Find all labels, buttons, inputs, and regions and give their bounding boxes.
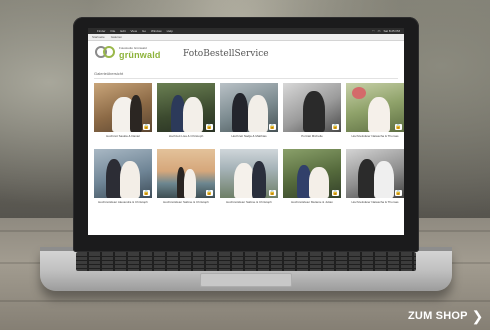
gallery-thumbnail[interactable]: 🔒 [220, 149, 278, 198]
lock-icon: 🔒 [332, 124, 339, 130]
lock-icon: 🔒 [269, 190, 276, 196]
gallery-caption: Hochzeitsfeier Sabine & Christoph [226, 200, 272, 204]
gallery-thumbnail[interactable]: 🔒 [346, 83, 404, 132]
studio-logo[interactable]: Fotostudio Grünwald grünwald [94, 44, 164, 62]
gallery-grid: 🔒 Hochzeit Saskia & Daniel 🔒 Hochzeit Li… [94, 83, 404, 208]
wifi-icon[interactable]: ◠ [372, 29, 375, 33]
gallery-caption: Hochzeitsfeier Natascha & Thomas [351, 134, 399, 138]
nav-item-galleries[interactable]: Galerien [111, 35, 122, 39]
keyboard-row-gap [76, 264, 416, 265]
lock-icon: 🔒 [206, 190, 213, 196]
groom-figure [252, 161, 266, 198]
gallery-card[interactable]: 🔒 Hochzeitsfeier Melanie & Julian [283, 149, 341, 208]
gallery-thumbnail[interactable]: 🔒 [94, 149, 152, 198]
menubar-item-go[interactable]: Go [142, 29, 146, 33]
lock-icon: 🔒 [395, 124, 402, 130]
gallery-card[interactable]: 🔒 Hochzeitsfeier Sabine & Christoph [220, 149, 278, 208]
gallery-thumbnail[interactable]: 🔒 [157, 149, 215, 198]
portrait-figure [303, 91, 325, 132]
gallery-card[interactable]: 🔒 Hochzeitsfeier Natascha & Thomas [346, 149, 404, 208]
keyboard-row-gap [76, 268, 416, 269]
menubar-item-edit[interactable]: Edit [120, 29, 125, 33]
gallery-card[interactable]: 🔒 Portrait Michelle [283, 83, 341, 142]
gallery-card[interactable]: 🔒 Hochzeit Saskia & Daniel [94, 83, 152, 142]
bride-figure [234, 163, 254, 198]
lock-icon: 🔒 [143, 190, 150, 196]
gallery-caption: Portrait Michelle [301, 134, 323, 138]
bride-figure [368, 97, 390, 132]
menubar-app[interactable]: Finder [97, 29, 106, 33]
wedding-rings-icon [94, 44, 116, 60]
gallery-caption: Hochzeitsfeier Sabine & Christoph [163, 200, 209, 204]
keyboard-row-gap [76, 260, 416, 261]
groom-figure [232, 93, 248, 132]
menubar-item-help[interactable]: Help [167, 29, 173, 33]
bride-figure [248, 95, 268, 132]
gallery-thumbnail[interactable]: 🔒 [94, 83, 152, 132]
logo-name: grünwald [119, 50, 161, 60]
nav-item-home[interactable]: Startseite [92, 35, 105, 39]
keyboard-row-gap [76, 256, 416, 257]
site-nav: Startseite Galerien [88, 34, 404, 41]
laptop-trackpad [200, 273, 292, 287]
gallery-caption: Hochzeit Nadja & Matthias [231, 134, 267, 138]
flower-bouquet [352, 87, 366, 99]
lock-icon: 🔒 [206, 124, 213, 130]
menubar-status-area: ◠ ▭ Sat 8:25 PM [372, 29, 400, 33]
bride-figure [120, 161, 140, 198]
menubar-item-view[interactable]: View [131, 29, 137, 33]
laptop-screen: Finder File Edit View Go Window Help ◠ ▭… [88, 28, 404, 235]
menubar-item-file[interactable]: File [111, 29, 116, 33]
gallery-caption: Hochzeit Lisa & Christoph [168, 134, 204, 138]
shop-button-label: ZUM SHOP [408, 310, 468, 322]
menubar-clock[interactable]: Sat 8:25 PM [383, 29, 400, 33]
gallery-card[interactable]: 🔒 Hochzeitsfeier Alexandra & Christoph [94, 149, 152, 208]
gallery-thumbnail[interactable]: 🔒 [283, 149, 341, 198]
shop-button[interactable]: ZUM SHOP ❯ [408, 307, 490, 325]
gallery-card[interactable]: 🔒 Hochzeitsfeier Natascha & Thomas [346, 83, 404, 142]
gallery-caption: Hochzeitsfeier Alexandra & Christoph [98, 200, 148, 204]
section-divider [94, 78, 398, 79]
gallery-thumbnail[interactable]: 🔒 [157, 83, 215, 132]
table-grain [0, 300, 490, 302]
gallery-thumbnail[interactable]: 🔒 [346, 149, 404, 198]
bride-figure [183, 97, 203, 132]
chevron-right-icon: ❯ [471, 307, 484, 324]
service-title: FotoBestellService [183, 49, 269, 59]
bride-figure [309, 167, 329, 198]
gallery-card[interactable]: 🔒 Hochzeit Nadja & Matthias [220, 83, 278, 142]
section-title: Galerieübersicht [94, 71, 124, 76]
battery-icon[interactable]: ▭ [378, 29, 381, 33]
bride-figure [374, 161, 394, 198]
bride-figure [184, 169, 196, 198]
gallery-caption: Hochzeitsfeier Natascha & Thomas [351, 200, 399, 204]
lock-icon: 🔒 [269, 124, 276, 130]
menubar-item-window[interactable]: Window [151, 29, 162, 33]
groom-figure [130, 95, 142, 132]
gallery-card[interactable]: 🔒 Hochzeitsfeier Sabine & Christoph [157, 149, 215, 208]
gallery-caption: Hochzeit Saskia & Daniel [106, 134, 140, 138]
gallery-card[interactable]: 🔒 Hochzeit Lisa & Christoph [157, 83, 215, 142]
lock-icon: 🔒 [143, 124, 150, 130]
gallery-thumbnail[interactable]: 🔒 [283, 83, 341, 132]
lock-icon: 🔒 [332, 190, 339, 196]
gallery-thumbnail[interactable]: 🔒 [220, 83, 278, 132]
gallery-caption: Hochzeitsfeier Melanie & Julian [291, 200, 333, 204]
lock-icon: 🔒 [395, 190, 402, 196]
ring-green [103, 46, 115, 58]
